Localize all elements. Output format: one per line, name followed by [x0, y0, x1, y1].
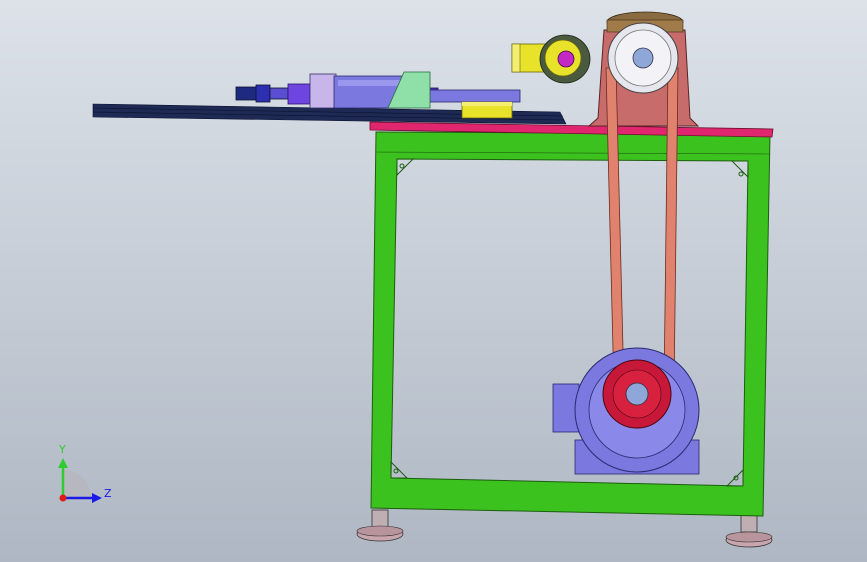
machine-model[interactable]: [0, 0, 867, 562]
z-axis-arrow: [92, 493, 102, 503]
frame-gussets: [390, 158, 749, 487]
coordinate-triad: [58, 458, 102, 503]
left-leveling-foot[interactable]: [356, 509, 404, 542]
cad-viewport[interactable]: Y Z: [0, 0, 867, 562]
y-axis-label: Y: [59, 443, 66, 456]
z-axis-label: Z: [104, 487, 112, 500]
upper-pulley[interactable]: [607, 22, 679, 94]
feed-roller-bracket[interactable]: [511, 34, 591, 84]
slide-bracket[interactable]: [461, 101, 513, 119]
triad-origin: [59, 494, 67, 502]
green-frame[interactable]: [370, 131, 771, 517]
y-axis-arrow: [58, 458, 68, 468]
right-leveling-foot[interactable]: [725, 513, 773, 548]
motor-pulley[interactable]: [602, 359, 672, 429]
